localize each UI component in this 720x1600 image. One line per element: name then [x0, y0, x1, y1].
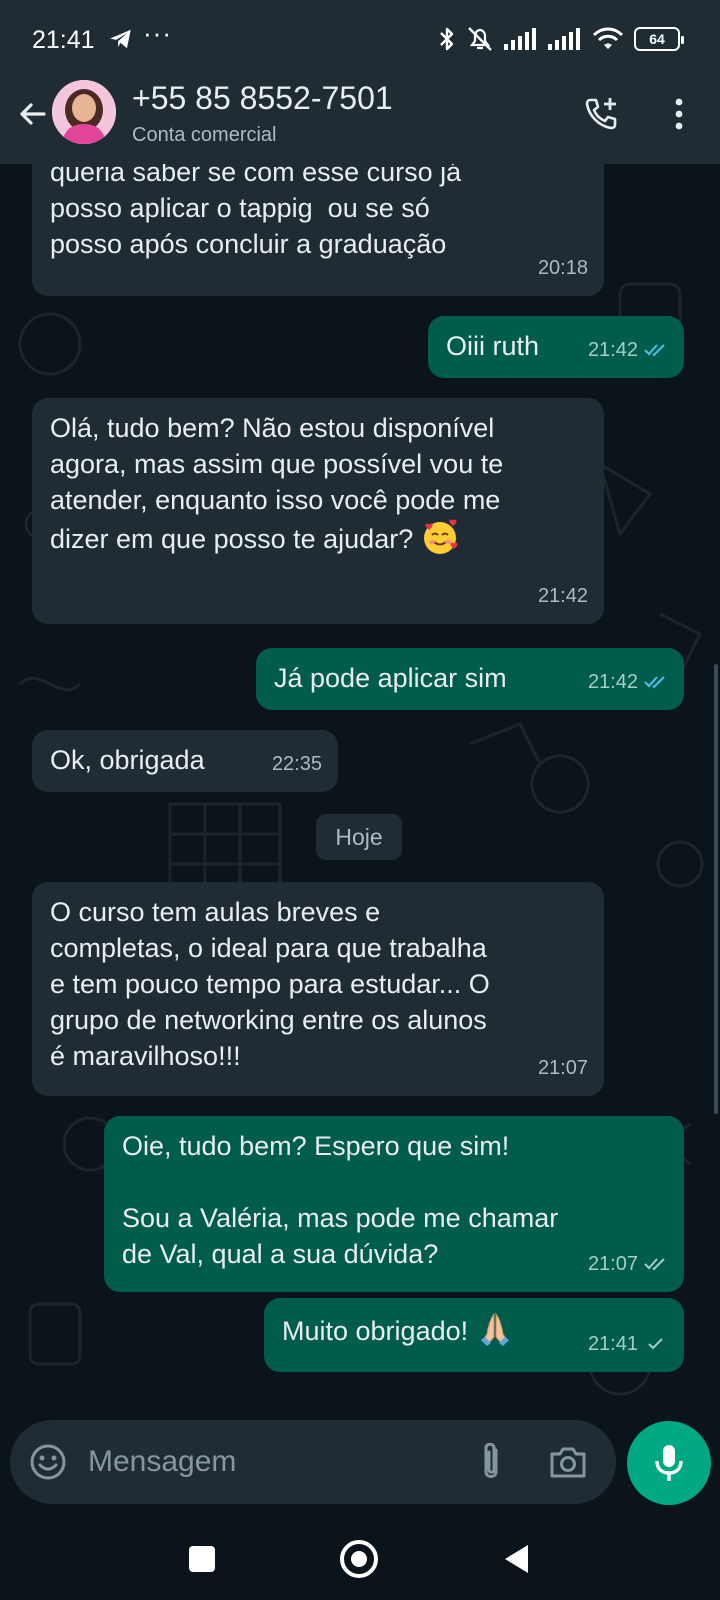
- message-text: posso aplicar o tappig ou se só posso ap…: [50, 193, 447, 259]
- emoji-icon[interactable]: [28, 1442, 68, 1482]
- more-vert-icon[interactable]: [664, 94, 694, 134]
- message-incoming[interactable]: queria saber se com esse curso já posso …: [32, 164, 604, 296]
- message-time: 21:42: [587, 671, 638, 693]
- attach-icon[interactable]: [474, 1440, 508, 1484]
- contact-name[interactable]: +55 85 8552-7501: [132, 80, 393, 117]
- date-separator: Hoje: [316, 814, 402, 860]
- recents-button[interactable]: [189, 1546, 215, 1572]
- chat-header: +55 85 8552-7501 Conta comercial: [0, 80, 720, 164]
- home-button[interactable]: [340, 1540, 378, 1578]
- message-text-partial: queria saber se com esse curso já: [50, 164, 462, 187]
- chat-messages[interactable]: queria saber se com esse curso já posso …: [0, 164, 720, 1426]
- nav-back-icon[interactable]: [504, 1544, 530, 1574]
- smiling-face-with-hearts-emoji: [423, 519, 458, 554]
- add-call-icon[interactable]: [582, 94, 622, 134]
- scrollbar[interactable]: [714, 664, 718, 1114]
- message-time: 22:35: [271, 753, 322, 775]
- message-incoming[interactable]: Olá, tudo bem? Não estou disponível agor…: [32, 398, 604, 624]
- message-time: 21:07: [537, 1057, 588, 1079]
- wifi-icon: [592, 27, 624, 49]
- message-text: O curso tem aulas breves e completas, o …: [50, 897, 490, 1071]
- message-text: Muito obrigado!: [282, 1316, 469, 1346]
- message-composer: [10, 1420, 616, 1504]
- avatar[interactable]: [52, 80, 116, 144]
- back-arrow-icon[interactable]: [14, 96, 50, 132]
- bluetooth-icon: [440, 27, 454, 51]
- message-time: 21:07: [587, 1253, 638, 1275]
- read-ticks-icon: [644, 676, 665, 689]
- sent-tick-icon: [648, 1338, 663, 1350]
- message-outgoing[interactable]: Já pode aplicar sim 21:42: [256, 648, 684, 710]
- message-outgoing[interactable]: Oiii ruth 21:42: [428, 316, 684, 378]
- message-time: 21:42: [537, 585, 588, 607]
- mic-button[interactable]: [627, 1421, 711, 1505]
- profile-photo: [52, 80, 116, 144]
- message-outgoing[interactable]: Oie, tudo bem? Espero que sim! Sou a Val…: [104, 1116, 684, 1292]
- battery-icon: 64: [634, 27, 684, 51]
- message-time: 21:42: [587, 339, 638, 361]
- status-bar: 21:41 ··· 64: [0, 0, 720, 80]
- signal-icon-2: [548, 28, 580, 50]
- more-notifications: ···: [143, 18, 172, 48]
- message-time: 20:18: [537, 257, 588, 279]
- read-ticks-icon: [644, 344, 665, 357]
- signal-icon: [504, 28, 536, 50]
- message-outgoing[interactable]: Muito obrigado! 21:41: [264, 1298, 684, 1372]
- message-text: Oie, tudo bem? Espero que sim! Sou a Val…: [122, 1131, 559, 1269]
- telegram-icon: [110, 29, 131, 49]
- status-time: 21:41: [32, 26, 95, 54]
- contact-subtitle: Conta comercial: [132, 124, 277, 146]
- folded-hands-emoji: [480, 1312, 509, 1346]
- camera-icon[interactable]: [548, 1442, 588, 1482]
- mute-icon: [468, 27, 492, 51]
- delivered-ticks-icon: [644, 1258, 665, 1271]
- message-incoming[interactable]: Ok, obrigada 22:35: [32, 730, 338, 792]
- mic-icon: [655, 1445, 683, 1481]
- system-nav-bar: [0, 1528, 720, 1600]
- message-incoming[interactable]: O curso tem aulas breves e completas, o …: [32, 882, 604, 1096]
- message-input[interactable]: [88, 1434, 448, 1490]
- message-time: 21:41: [587, 1333, 638, 1355]
